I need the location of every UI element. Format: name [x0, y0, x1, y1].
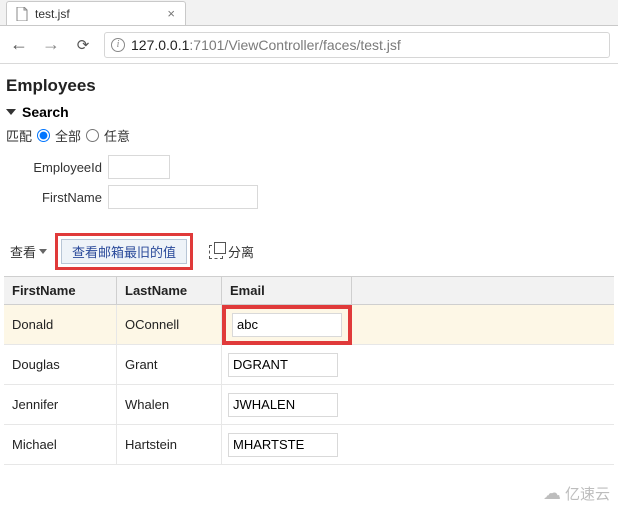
- cell-last-name: Grant: [117, 345, 222, 384]
- view-menu[interactable]: 查看: [10, 242, 47, 261]
- employee-id-label: EmployeeId: [4, 160, 108, 175]
- detach-label: 分离: [228, 242, 254, 261]
- url-text: 127.0.0.1:7101/ViewController/faces/test…: [131, 37, 603, 53]
- browser-toolbar: ← → ⟳ i 127.0.0.1:7101/ViewController/fa…: [0, 26, 618, 64]
- page-title: Employees: [6, 76, 614, 96]
- detach-icon: [209, 245, 223, 259]
- employee-id-row: EmployeeId: [4, 155, 614, 179]
- highlight-box-cell: [222, 305, 352, 345]
- match-any-label: 任意: [104, 126, 130, 145]
- employees-table: FirstName LastName Email DonaldOConnellD…: [4, 276, 614, 465]
- watermark-text: 亿速云: [565, 483, 610, 504]
- cell-last-name: Hartstein: [117, 425, 222, 464]
- table-row[interactable]: JenniferWhalen: [4, 385, 614, 425]
- panel-toolbar: 查看 查看邮箱最旧的值 分离: [10, 233, 614, 270]
- cell-last-name: OConnell: [117, 305, 222, 344]
- employee-id-input[interactable]: [108, 155, 170, 179]
- col-first-name[interactable]: FirstName: [4, 277, 117, 304]
- watermark: ☁ 亿速云: [543, 483, 610, 504]
- site-info-icon[interactable]: i: [111, 38, 125, 52]
- cell-last-name: Whalen: [117, 385, 222, 424]
- highlight-box-button: 查看邮箱最旧的值: [55, 233, 193, 270]
- email-input[interactable]: [228, 353, 338, 377]
- cell-first-name: Douglas: [4, 345, 117, 384]
- cell-email: [222, 425, 352, 464]
- detach-button[interactable]: 分离: [209, 242, 254, 261]
- tab-title: test.jsf: [35, 7, 161, 21]
- match-label: 匹配: [6, 126, 32, 145]
- view-oldest-email-button[interactable]: 查看邮箱最旧的值: [61, 239, 187, 264]
- match-row: 匹配 全部 任意: [6, 126, 614, 145]
- cell-email: [222, 385, 352, 424]
- table-header: FirstName LastName Email: [4, 277, 614, 305]
- disclosure-icon: [6, 109, 16, 115]
- table-row[interactable]: DonaldOConnell: [4, 305, 614, 345]
- browser-tab[interactable]: test.jsf ×: [6, 1, 186, 25]
- chevron-down-icon: [39, 249, 47, 254]
- col-email[interactable]: Email: [222, 277, 352, 304]
- table-row[interactable]: DouglasGrant: [4, 345, 614, 385]
- table-row[interactable]: MichaelHartstein: [4, 425, 614, 465]
- search-title: Search: [22, 104, 69, 120]
- tab-strip: test.jsf ×: [0, 0, 618, 26]
- close-icon[interactable]: ×: [167, 6, 175, 21]
- first-name-row: FirstName: [4, 185, 614, 209]
- match-any-radio[interactable]: [86, 129, 99, 142]
- email-input[interactable]: [232, 313, 342, 337]
- col-last-name[interactable]: LastName: [117, 277, 222, 304]
- view-menu-label: 查看: [10, 242, 36, 261]
- cell-email: [222, 305, 352, 344]
- page-icon: [15, 7, 29, 21]
- first-name-label: FirstName: [4, 190, 108, 205]
- cell-first-name: Donald: [4, 305, 117, 344]
- address-bar[interactable]: i 127.0.0.1:7101/ViewController/faces/te…: [104, 32, 610, 58]
- forward-button[interactable]: →: [40, 34, 62, 55]
- first-name-input[interactable]: [108, 185, 258, 209]
- page-content: Employees Search 匹配 全部 任意 EmployeeId Fir…: [0, 64, 618, 465]
- cell-first-name: Michael: [4, 425, 117, 464]
- match-all-label: 全部: [55, 126, 81, 145]
- match-all-radio[interactable]: [37, 129, 50, 142]
- cloud-icon: ☁: [543, 483, 561, 504]
- search-header[interactable]: Search: [6, 104, 614, 120]
- cell-email: [222, 345, 352, 384]
- reload-button[interactable]: ⟳: [72, 36, 94, 54]
- cell-first-name: Jennifer: [4, 385, 117, 424]
- email-input[interactable]: [228, 393, 338, 417]
- email-input[interactable]: [228, 433, 338, 457]
- back-button[interactable]: ←: [8, 34, 30, 55]
